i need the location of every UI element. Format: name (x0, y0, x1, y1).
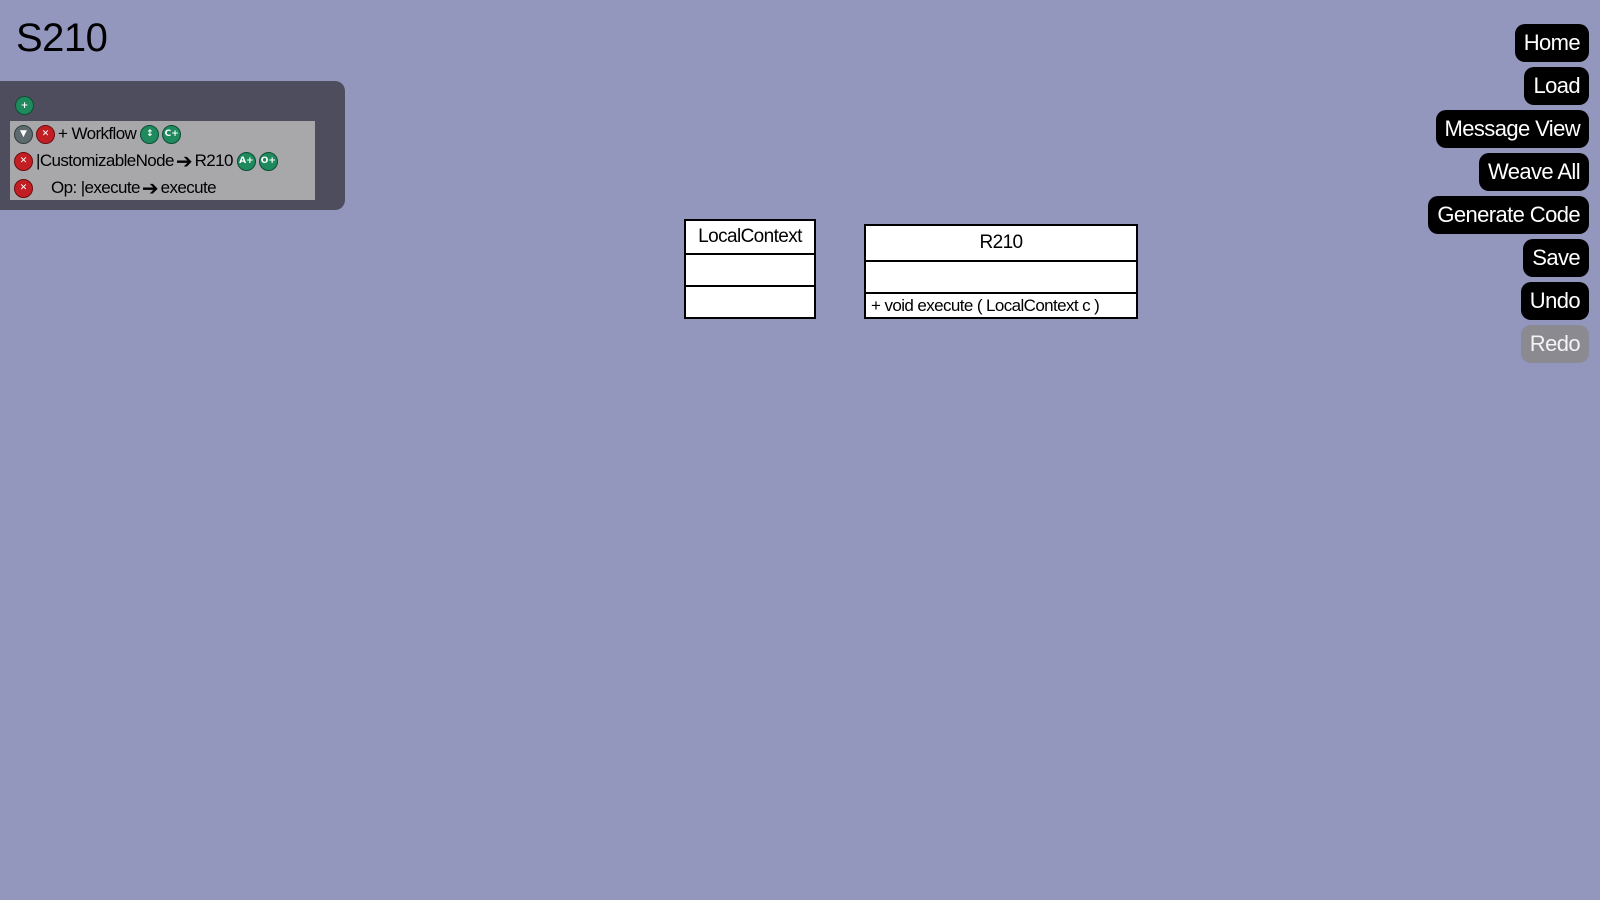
chevron-down-icon[interactable]: ▼ (14, 124, 33, 144)
generate-code-button[interactable]: Generate Code (1428, 196, 1589, 234)
model-tree-panel: + ▼ ✕ + Workflow ↕ C+ ✕ |CustomizableNod… (0, 81, 345, 210)
attributes-section (686, 253, 814, 285)
weave-all-button[interactable]: Weave All (1478, 153, 1589, 191)
op-source: Op: |execute (51, 178, 140, 197)
operations-section (686, 285, 814, 317)
add-operation-icon[interactable]: O+ (258, 151, 278, 171)
page-title: S210 (16, 16, 108, 60)
arrow-right-icon: ➔ (175, 150, 193, 173)
class-box-localcontext[interactable]: LocalContext (684, 219, 816, 319)
add-class-icon[interactable]: C+ (162, 124, 182, 144)
message-view-button[interactable]: Message View (1435, 110, 1589, 148)
tree-row-operation[interactable]: ✕ Op: |execute ➔ execute (14, 176, 217, 200)
node-source: |CustomizableNode (36, 151, 174, 170)
delete-icon[interactable]: ✕ (14, 151, 33, 171)
node-target: R210 (194, 151, 234, 170)
class-name: R210 (979, 232, 1023, 253)
attributes-section (866, 260, 1136, 292)
delete-icon[interactable]: ✕ (14, 178, 33, 198)
add-attribute-icon[interactable]: A+ (236, 151, 256, 171)
workflow-label: + Workflow (58, 124, 137, 143)
model-tree: ▼ ✕ + Workflow ↕ C+ ✕ |CustomizableNode … (10, 121, 315, 200)
home-button[interactable]: Home (1514, 24, 1589, 62)
operation-execute[interactable]: + void execute ( LocalContext c ) (866, 292, 1136, 317)
tree-row-node[interactable]: ✕ |CustomizableNode ➔ R210 A+ O+ (14, 149, 278, 173)
load-button[interactable]: Load (1524, 67, 1589, 105)
op-target: execute (160, 178, 217, 197)
reorder-icon[interactable]: ↕ (140, 124, 160, 144)
arrow-right-icon: ➔ (141, 177, 159, 200)
save-button[interactable]: Save (1523, 239, 1589, 277)
delete-icon[interactable]: ✕ (36, 124, 55, 144)
redo-button[interactable]: Redo (1520, 325, 1589, 363)
class-name: LocalContext (698, 226, 802, 247)
plus-circle-icon[interactable]: + (15, 96, 34, 115)
class-box-r210[interactable]: R210 + void execute ( LocalContext c ) (864, 224, 1138, 319)
tree-row-workflow[interactable]: ▼ ✕ + Workflow ↕ C+ (14, 122, 182, 146)
undo-button[interactable]: Undo (1520, 282, 1589, 320)
